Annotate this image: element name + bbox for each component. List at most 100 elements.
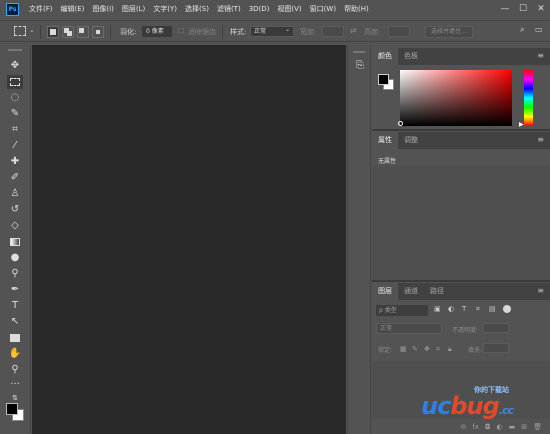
menu-image[interactable]: 图像(I) — [92, 4, 114, 14]
menu-view[interactable]: 视图(V) — [277, 4, 301, 14]
color-spectrum-field[interactable] — [400, 70, 512, 126]
search-icon[interactable]: ⌕ — [520, 25, 524, 35]
type-tool-icon[interactable]: T — [7, 299, 23, 313]
lasso-tool-icon[interactable]: ◌ — [7, 91, 23, 105]
menu-layer[interactable]: 图层(L) — [122, 4, 145, 14]
subtract-from-selection-button[interactable] — [77, 26, 89, 38]
dodge-tool-icon[interactable]: ⚲ — [7, 267, 23, 281]
menu-filter[interactable]: 滤镜(T) — [217, 4, 241, 14]
panel-menu-icon[interactable]: ≡ — [537, 51, 544, 60]
lock-image-icon[interactable]: ✎ — [412, 345, 418, 353]
lock-label: 锁定: — [378, 347, 393, 354]
rectangular-marquee-preset-icon[interactable] — [14, 26, 26, 36]
minimize-button[interactable]: — — [496, 0, 514, 18]
watermark-brand-left: uc — [421, 392, 451, 420]
style-select[interactable]: 正常 — [250, 25, 294, 37]
style-label: 样式: — [230, 28, 247, 36]
select-and-mask-button[interactable]: 选择并遮住... — [425, 26, 473, 38]
height-label: 高度: — [364, 28, 381, 36]
menu-help[interactable]: 帮助(H) — [344, 4, 369, 14]
history-panel-icon[interactable]: ⎘ — [354, 58, 366, 72]
type-filter-icon[interactable]: T — [462, 305, 466, 313]
chevron-down-icon[interactable]: ⌄ — [29, 26, 35, 34]
watermark-brand: ucbug.cc — [421, 392, 514, 420]
fill-input[interactable] — [483, 343, 509, 353]
hand-tool-icon[interactable]: ✋ — [7, 347, 23, 361]
tab-color[interactable]: 颜色 — [372, 48, 398, 65]
canvas-area[interactable] — [32, 45, 346, 434]
panel-menu-icon[interactable]: ≡ — [537, 286, 544, 295]
shape-filter-icon[interactable]: ⌗ — [476, 305, 480, 314]
toolbar-grip[interactable] — [8, 49, 22, 51]
panel-menu-icon[interactable]: ≡ — [537, 135, 544, 144]
blur-tool-icon[interactable]: ● — [7, 251, 23, 265]
menu-edit[interactable]: 编辑(E) — [61, 4, 85, 14]
dock-grip[interactable] — [353, 51, 365, 53]
crop-tool-icon[interactable]: ⌗ — [7, 123, 23, 137]
blend-mode-select[interactable]: 正常 — [376, 323, 442, 334]
tab-properties[interactable]: 属性 — [372, 132, 398, 149]
history-brush-tool-icon[interactable]: ↺ — [7, 203, 23, 217]
pixel-filter-icon[interactable]: ▣ — [434, 305, 441, 313]
eyedropper-tool-icon[interactable]: ⁄ — [7, 139, 23, 153]
feather-input[interactable]: 0 像素 — [142, 26, 172, 37]
foreground-color-swatch[interactable] — [6, 403, 18, 415]
tab-paths[interactable]: 路径 — [424, 283, 450, 300]
intersect-selection-button[interactable] — [92, 26, 104, 38]
window-controls: — ☐ ✕ — [496, 0, 550, 18]
adjustment-filter-icon[interactable]: ◐ — [448, 305, 454, 313]
fill-label: 填充: — [468, 347, 483, 354]
watermark-tld: .cc — [498, 404, 514, 417]
hue-slider-marker-icon[interactable]: ▶ — [519, 121, 524, 128]
foreground-color-swatch[interactable] — [378, 74, 389, 85]
pen-tool-icon[interactable]: ✒ — [7, 283, 23, 297]
color-panel: 颜色 色板 ≡ ▶ — [372, 48, 550, 131]
rectangular-marquee-tool-icon[interactable] — [7, 75, 23, 89]
brush-tool-icon[interactable]: ✐ — [7, 171, 23, 185]
layer-filter-search[interactable]: ρ 类型 — [376, 305, 428, 316]
eraser-tool-icon[interactable]: ◇ — [7, 219, 23, 233]
rectangle-tool-icon[interactable] — [7, 331, 23, 345]
edit-toolbar-icon[interactable]: ··· — [7, 378, 23, 392]
lock-transparent-icon[interactable]: ▦ — [400, 345, 407, 353]
close-button[interactable]: ✕ — [532, 0, 550, 18]
antialias-label[interactable]: 消除锯齿 — [188, 27, 216, 37]
menu-select[interactable]: 选择(S) — [185, 4, 209, 14]
menu-file[interactable]: 文件(F) — [29, 4, 53, 14]
checkbox-icon[interactable]: ☐ — [178, 27, 184, 35]
maximize-button[interactable]: ☐ — [514, 0, 532, 18]
lock-artboard-icon[interactable]: ⌗ — [436, 345, 440, 354]
photoshop-logo: Ps — [6, 2, 19, 16]
tab-layers[interactable]: 图层 — [372, 283, 398, 300]
lock-position-icon[interactable]: ✥ — [424, 345, 430, 353]
opacity-input[interactable] — [483, 323, 509, 333]
clone-stamp-tool-icon[interactable]: ♙ — [7, 187, 23, 201]
gradient-tool-icon[interactable] — [7, 235, 23, 249]
workspace-icon[interactable]: ▭ — [535, 25, 543, 34]
tab-channels[interactable]: 通道 — [398, 283, 424, 300]
path-selection-tool-icon[interactable]: ↖ — [7, 315, 23, 329]
quick-selection-tool-icon[interactable]: ✎ — [7, 107, 23, 121]
width-input[interactable] — [322, 26, 344, 37]
smart-object-filter-icon[interactable]: ▤ — [489, 305, 496, 313]
toolbar: ✥ ◌ ✎ ⌗ ⁄ ✚ ✐ ♙ ↺ ◇ ● ⚲ ✒ T ↖ ✋ ⚲ ··· ⇅ — [0, 45, 31, 434]
zoom-tool-icon[interactable]: ⚲ — [7, 363, 23, 377]
new-selection-button[interactable] — [47, 26, 59, 38]
filter-toggle-icon[interactable] — [503, 305, 511, 313]
tab-swatches[interactable]: 色板 — [398, 48, 424, 65]
add-to-selection-button[interactable] — [62, 26, 74, 38]
feather-label: 羽化: — [120, 28, 137, 36]
height-input[interactable] — [388, 26, 410, 37]
menu-3d[interactable]: 3D(D) — [249, 5, 270, 13]
hue-slider[interactable] — [524, 70, 533, 126]
menu-type[interactable]: 文字(Y) — [153, 4, 177, 14]
swap-dimensions-icon[interactable]: ⇄ — [350, 26, 357, 35]
layers-panel-tabs: 图层 通道 路径 ≡ — [372, 283, 550, 300]
color-picker-marker[interactable] — [398, 121, 403, 126]
lock-all-icon[interactable]: 🔒︎ — [448, 345, 452, 354]
healing-brush-tool-icon[interactable]: ✚ — [7, 155, 23, 169]
move-tool-icon[interactable]: ✥ — [7, 59, 23, 73]
collapsed-panel-dock: ⎘ — [347, 45, 371, 434]
tab-adjustments[interactable]: 调整 — [398, 132, 424, 149]
menu-window[interactable]: 窗口(W) — [310, 4, 336, 14]
